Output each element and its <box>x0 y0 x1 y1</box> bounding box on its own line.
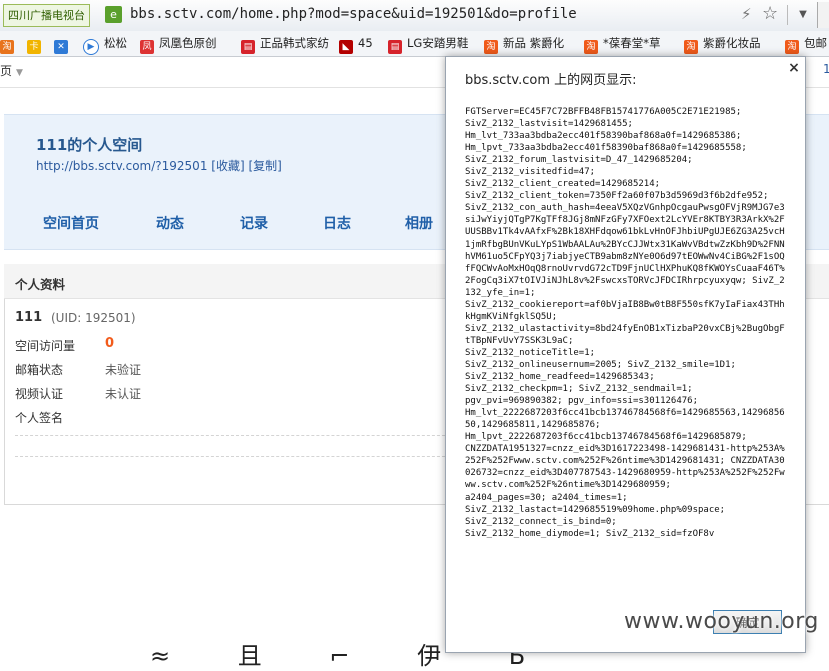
play-icon: ▶ <box>83 39 99 55</box>
favorite-item[interactable]: 淘新品 紫爵化 <box>484 35 565 54</box>
favorite-label: 包邮 <box>804 36 827 50</box>
doc-icon: ▤ <box>241 40 255 54</box>
address-bar: 四川广播电视台 e ⚡ ☆ ▼ <box>0 0 829 32</box>
favorite-label: 紫爵化妆品 <box>703 36 761 50</box>
nav-album[interactable]: 相册 <box>405 213 433 233</box>
profile-label-email: 邮箱状态 <box>15 363 64 377</box>
favorite-item[interactable]: ▶ 松松 <box>83 35 127 55</box>
divider <box>15 435 455 436</box>
profile-label-video: 视频认证 <box>15 387 64 401</box>
watermark: www.wooyun.org <box>624 609 819 634</box>
taobao-icon: 淘 <box>785 40 799 54</box>
username: 111 <box>15 310 43 325</box>
favorite-item[interactable]: 凤凤凰色原创 <box>140 35 217 54</box>
profile-value-visits: 0 <box>105 336 115 351</box>
profile-label-signature: 个人签名 <box>15 411 64 425</box>
site-identity-tag[interactable]: 四川广播电视台 <box>3 4 90 27</box>
favorite-label: *葆春堂*草 <box>603 36 661 50</box>
favorite-label: 正品韩式家纺 <box>260 36 329 50</box>
star-icon[interactable]: ☆ <box>762 3 778 24</box>
taobao-icon: 淘 <box>484 40 498 54</box>
user-id: (UID: 192501) <box>51 311 136 325</box>
chevron-down-icon[interactable]: ▼ <box>795 6 811 23</box>
favorite-item[interactable]: 淘包邮 <box>785 35 827 54</box>
taobao-icon: 淘 <box>684 40 698 54</box>
x-icon: ✕ <box>54 40 68 54</box>
nav-records[interactable]: 记录 <box>240 213 268 233</box>
nav-blog[interactable]: 日志 <box>323 213 351 233</box>
taobao-icon: 淘 <box>584 40 598 54</box>
page-menu[interactable]: 页 ▼ <box>0 62 23 79</box>
dialog-title: bbs.sctv.com 上的网页显示: <box>465 73 637 88</box>
close-icon[interactable]: × <box>786 60 802 76</box>
divider <box>15 456 455 457</box>
profile-value-video: 未认证 <box>105 387 142 401</box>
nav-feed[interactable]: 动态 <box>156 213 184 233</box>
favorite-item[interactable]: 淘 *葆春堂*草 <box>584 35 661 54</box>
cart-icon: 卡 <box>27 40 41 54</box>
favorite-link[interactable]: [收藏] <box>211 159 244 173</box>
favorite-item[interactable]: ✕ <box>54 35 73 54</box>
lightning-icon[interactable]: ⚡ <box>741 5 752 23</box>
favorite-label: LG安踏男鞋 <box>407 36 469 50</box>
favorites-bar: 淘 卡 ✕ ▶ 松松 凤凤凰色原创 ▤ 正品韩式家纺 ◣ 45 ▤ LG安踏男鞋 淘新品… <box>0 31 829 57</box>
favorite-item[interactable]: 淘紫爵化妆品 <box>684 35 761 54</box>
favorite-label: 45 <box>358 36 373 50</box>
favorite-item[interactable]: ▤ 正品韩式家纺 <box>241 35 329 54</box>
favorite-label: 凤凰色原创 <box>159 36 217 50</box>
space-url-line: http://bbs.sctv.com/?192501 [收藏] [复制] <box>36 157 282 174</box>
profile-title: 个人资料 <box>15 277 66 292</box>
taobao-icon: 淘 <box>0 40 14 54</box>
favorite-item[interactable]: ◣ 45 <box>339 35 373 54</box>
toolbar-edge <box>817 2 829 28</box>
ie-compat-icon[interactable]: e <box>105 6 122 23</box>
favorite-item[interactable]: 淘 <box>0 35 19 54</box>
url-input[interactable] <box>126 4 726 25</box>
right-link[interactable]: 1 <box>823 62 829 76</box>
profile-value-email: 未验证 <box>105 363 142 377</box>
favorite-item[interactable]: ▤ LG安踏男鞋 <box>388 35 469 54</box>
doc-icon: ▤ <box>388 40 402 54</box>
space-title: 111的个人空间 <box>36 136 143 154</box>
space-url[interactable]: http://bbs.sctv.com/?192501 <box>36 159 207 173</box>
flag-icon: ◣ <box>339 40 353 54</box>
dialog-message: FGTServer=EC45F7C72BFFB48FB15741776A005C… <box>465 107 785 539</box>
favorite-label: 松松 <box>104 36 127 50</box>
profile-label-visits: 空间访问量 <box>15 339 76 353</box>
copy-link[interactable]: [复制] <box>248 159 281 173</box>
favorite-label: 新品 紫爵化 <box>503 36 565 50</box>
chevron-down-icon: ▼ <box>16 68 23 78</box>
nav-home[interactable]: 空间首页 <box>43 213 99 233</box>
calendar-icon: 凤 <box>140 40 154 54</box>
favorite-item[interactable]: 卡 <box>27 35 46 54</box>
alert-dialog: bbs.sctv.com 上的网页显示: × FGTServer=EC45F7C… <box>445 56 806 653</box>
divider <box>787 5 788 25</box>
